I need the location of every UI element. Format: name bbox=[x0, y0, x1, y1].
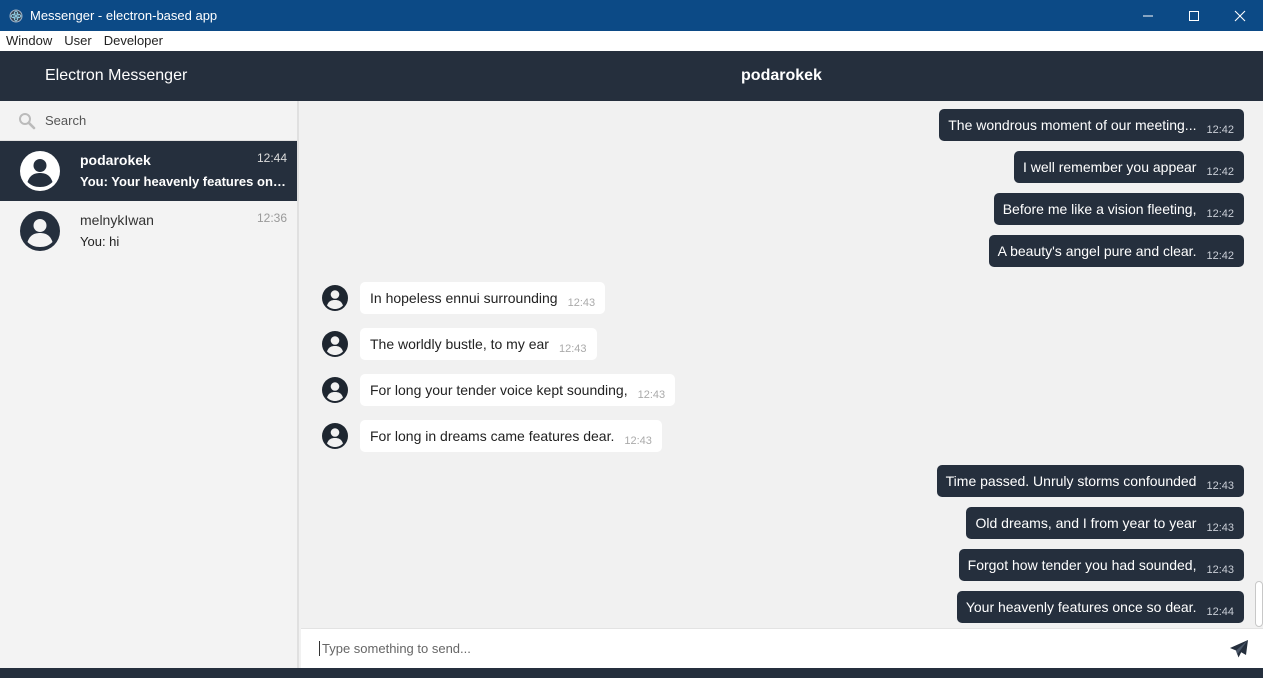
message-text: The worldly bustle, to my ear bbox=[370, 336, 549, 352]
close-icon bbox=[1234, 10, 1246, 21]
maximize-icon bbox=[1189, 10, 1199, 21]
sender-avatar-icon bbox=[322, 423, 348, 449]
conversation-preview: You: hi bbox=[80, 234, 120, 249]
message-time: 12:43 bbox=[558, 343, 587, 355]
conversation-preview: You: Your heavenly features once so dear… bbox=[80, 174, 290, 189]
message-text: For long in dreams came features dear. bbox=[370, 428, 615, 444]
message-time: 12:44 bbox=[1206, 606, 1234, 618]
conversation-item-podarokek[interactable]: podarokek You: Your heavenly features on… bbox=[0, 141, 297, 201]
menu-user[interactable]: User bbox=[58, 31, 97, 51]
message-bubble[interactable]: Forgot how tender you had sounded, 12:43 bbox=[958, 549, 1244, 581]
message-text: Old dreams, and I from year to year bbox=[975, 515, 1197, 531]
message-bubble[interactable]: The wondrous moment of our meeting... 12:… bbox=[939, 109, 1244, 141]
message-bubble[interactable]: In hopeless ennui surrounding 12:43 bbox=[360, 282, 606, 314]
sender-avatar-icon bbox=[322, 285, 348, 311]
conversation-item-melnykiwan[interactable]: melnykIwan You: hi 12:36 bbox=[0, 201, 297, 261]
message-text: In hopeless ennui surrounding bbox=[370, 290, 558, 306]
message-time: 12:42 bbox=[1206, 124, 1234, 136]
message-time: 12:43 bbox=[1206, 522, 1234, 534]
message-scrollbar[interactable] bbox=[1253, 101, 1263, 628]
send-icon[interactable] bbox=[1229, 639, 1249, 659]
message-bubble[interactable]: A beauty's angel pure and clear. 12:42 bbox=[988, 235, 1244, 267]
window-titlebar: Messenger - electron-based app bbox=[0, 0, 1263, 31]
menu-bar: Window User Developer bbox=[0, 31, 1263, 51]
message-bubble[interactable]: Before me like a vision fleeting, 12:42 bbox=[993, 193, 1244, 225]
message-time: 12:42 bbox=[1206, 166, 1234, 178]
conversation-time: 12:36 bbox=[256, 211, 287, 225]
minimize-button[interactable] bbox=[1125, 0, 1171, 31]
message-time: 12:43 bbox=[567, 297, 596, 309]
minimize-icon bbox=[1143, 15, 1153, 16]
message-time: 12:43 bbox=[1206, 480, 1234, 492]
message-bubble[interactable]: The worldly bustle, to my ear 12:43 bbox=[360, 328, 597, 360]
message-bubble[interactable]: For long in dreams came features dear. 12… bbox=[360, 420, 662, 452]
message-text: A beauty's angel pure and clear. bbox=[997, 243, 1197, 259]
close-button[interactable] bbox=[1217, 0, 1263, 31]
message-text: Before me like a vision fleeting, bbox=[1002, 201, 1197, 217]
window-controls bbox=[1125, 0, 1263, 31]
message-time: 12:43 bbox=[1206, 564, 1234, 576]
message-time: 12:42 bbox=[1206, 208, 1234, 220]
menu-developer[interactable]: Developer bbox=[98, 31, 169, 51]
message-input[interactable] bbox=[319, 641, 1209, 656]
message-bubble[interactable]: I well remember you appear 12:42 bbox=[1013, 151, 1244, 183]
message-list[interactable]: The wondrous moment of our meeting... 12:… bbox=[301, 101, 1253, 628]
message-text: Your heavenly features once so dear. bbox=[965, 599, 1197, 615]
user-avatar-icon bbox=[20, 151, 60, 191]
electron-app-icon bbox=[8, 8, 24, 24]
message-text: Forgot how tender you had sounded, bbox=[967, 557, 1197, 573]
message-bubble[interactable]: For long your tender voice kept sounding… bbox=[360, 374, 676, 406]
window-title: Messenger - electron-based app bbox=[30, 8, 218, 23]
app-header: Electron Messenger podarokek bbox=[0, 51, 1263, 101]
search-bar bbox=[0, 101, 297, 141]
bottom-bar bbox=[0, 668, 1263, 678]
message-time: 12:43 bbox=[637, 389, 666, 401]
user-avatar-icon bbox=[20, 211, 60, 251]
menu-window[interactable]: Window bbox=[0, 31, 58, 51]
message-time: 12:42 bbox=[1206, 250, 1234, 262]
message-time: 12:43 bbox=[624, 435, 652, 447]
conversation-time: 12:44 bbox=[256, 151, 287, 165]
message-text: Time passed. Unruly storms confounded bbox=[945, 473, 1197, 489]
app-brand: Electron Messenger bbox=[45, 67, 188, 84]
sender-avatar-icon bbox=[322, 377, 348, 403]
search-icon bbox=[19, 112, 36, 129]
message-text: I well remember you appear bbox=[1022, 159, 1197, 175]
message-bubble[interactable]: Your heavenly features once so dear. 12:4… bbox=[956, 591, 1244, 623]
scrollbar-thumb[interactable] bbox=[1255, 581, 1263, 627]
sender-avatar-icon bbox=[322, 331, 348, 357]
message-bubble[interactable]: Time passed. Unruly storms confounded 12:… bbox=[936, 465, 1244, 497]
chat-title: podarokek bbox=[741, 67, 822, 84]
message-text: The wondrous moment of our meeting... bbox=[948, 117, 1197, 133]
message-text: For long your tender voice kept sounding… bbox=[370, 382, 628, 398]
message-bubble[interactable]: Old dreams, and I from year to year 12:43 bbox=[966, 507, 1244, 539]
search-input[interactable] bbox=[45, 113, 285, 128]
sidebar: podarokek You: Your heavenly features on… bbox=[0, 101, 299, 668]
message-composer bbox=[301, 628, 1263, 668]
maximize-button[interactable] bbox=[1171, 0, 1217, 31]
